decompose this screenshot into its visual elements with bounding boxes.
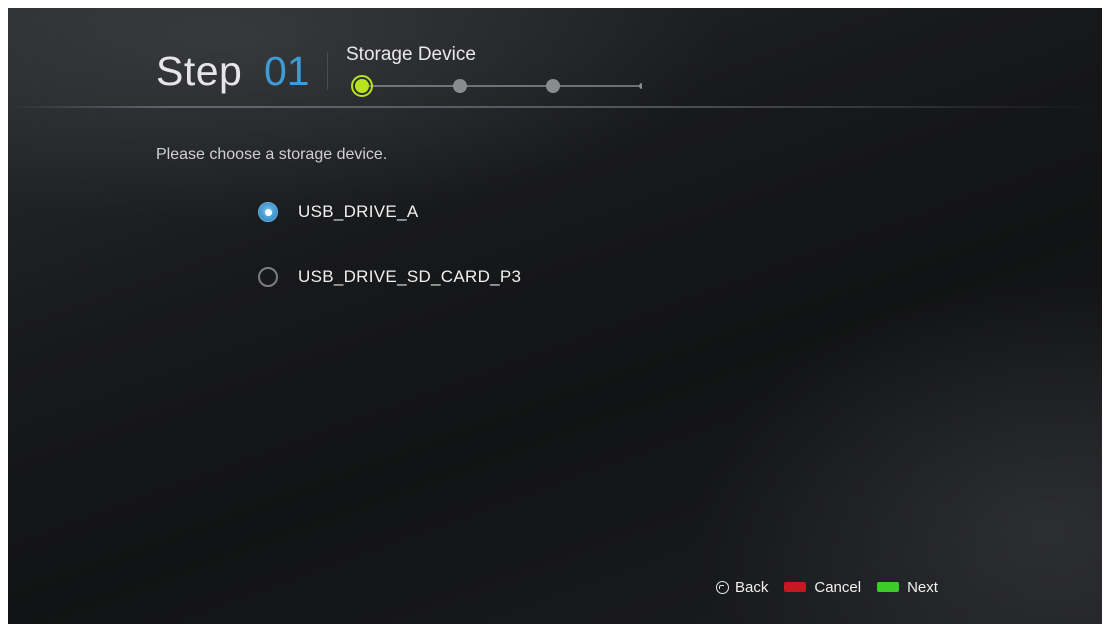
header-underline bbox=[8, 106, 1102, 108]
storage-option-label: USB_DRIVE_A bbox=[298, 202, 419, 221]
back-icon bbox=[716, 580, 729, 594]
cancel-label: Cancel bbox=[814, 578, 862, 596]
storage-option-usb-drive-sd-card-p3[interactable]: USB_DRIVE_SD_CARD_P3 bbox=[258, 265, 521, 289]
progress-step-3-dot bbox=[546, 79, 560, 93]
next-label: Next bbox=[907, 578, 938, 596]
prompt-text: Please choose a storage device. bbox=[156, 146, 388, 163]
storage-option-usb-drive-a[interactable]: USB_DRIVE_A bbox=[258, 200, 418, 224]
back-button[interactable]: Back bbox=[716, 579, 768, 596]
step-progress-indicator bbox=[351, 75, 642, 97]
red-key-icon bbox=[784, 582, 807, 592]
step-number: 01 bbox=[264, 48, 310, 94]
radio-dot bbox=[264, 208, 272, 216]
storage-option-label: USB_DRIVE_SD_CARD_P3 bbox=[298, 267, 522, 286]
next-button[interactable]: Next bbox=[877, 579, 938, 596]
radio-unselected-icon[interactable] bbox=[258, 267, 278, 287]
footer-hints: Back Cancel Next bbox=[716, 576, 938, 598]
progress-step-1-dot bbox=[355, 79, 369, 93]
step-title: Storage Device bbox=[346, 44, 476, 65]
header-divider bbox=[327, 52, 328, 90]
step-word: Step bbox=[156, 48, 243, 94]
radio-selected-icon[interactable] bbox=[258, 202, 278, 222]
green-key-icon bbox=[877, 582, 900, 592]
back-label: Back bbox=[735, 578, 769, 596]
setup-wizard-screen: Step 01 Storage Device Please choose a s… bbox=[8, 8, 1102, 624]
progress-step-2-dot bbox=[453, 79, 467, 93]
cancel-button[interactable]: Cancel bbox=[784, 579, 861, 596]
progress-end-dot bbox=[639, 83, 642, 89]
